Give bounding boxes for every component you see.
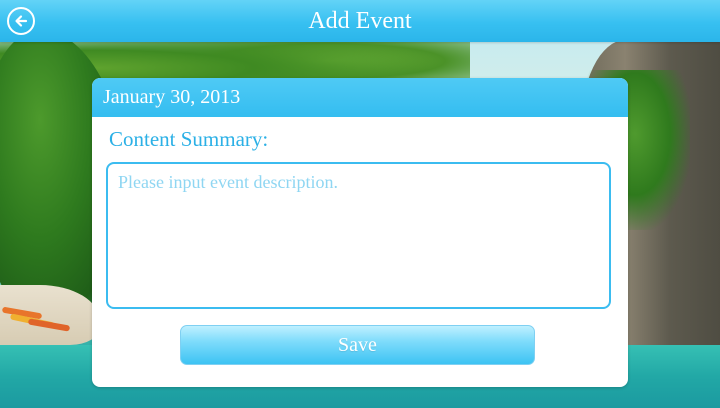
back-button[interactable] bbox=[7, 7, 35, 35]
header-bar: Add Event bbox=[0, 0, 720, 42]
save-button[interactable]: Save bbox=[180, 325, 535, 365]
event-date: January 30, 2013 bbox=[92, 78, 628, 117]
event-card: January 30, 2013 Content Summary: Save bbox=[92, 78, 628, 387]
event-description-input[interactable] bbox=[106, 162, 611, 309]
page-title: Add Event bbox=[308, 8, 412, 34]
back-arrow-icon bbox=[15, 15, 28, 27]
content-summary-label: Content Summary: bbox=[109, 127, 269, 151]
